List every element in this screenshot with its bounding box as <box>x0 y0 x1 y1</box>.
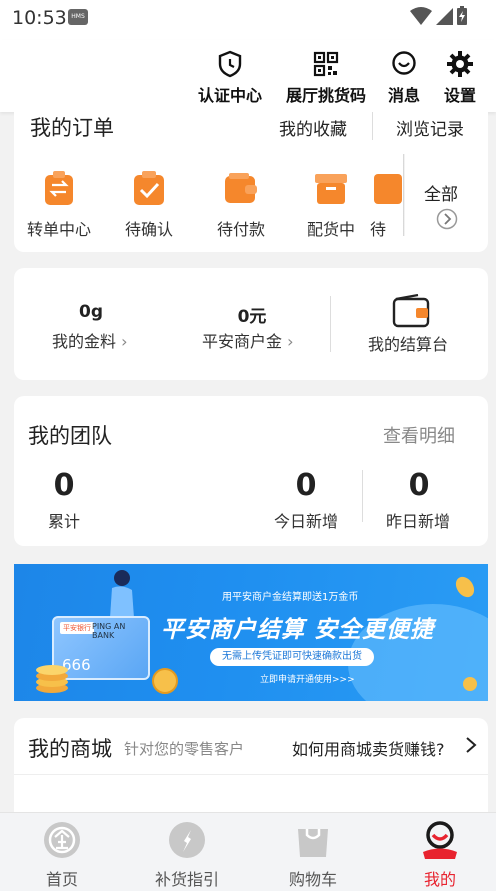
order-item-label: 待付款 <box>216 220 265 239</box>
promo-banner[interactable]: 平安银行 PING AN BANK 666 用平安商户金结算即送1万金币 平安商… <box>14 564 488 701</box>
card-bank-en: PING AN BANK <box>92 622 126 640</box>
order-pending-confirm[interactable]: 待确认 <box>104 170 194 240</box>
scroll-shadow <box>403 154 405 236</box>
order-item-label: 配货中 <box>306 220 355 239</box>
message-smile-icon <box>392 51 416 75</box>
bottom-tab-bar: 首页 补货指引 购物车 我的 <box>0 812 496 891</box>
divider <box>372 112 373 140</box>
wallet-icon <box>225 173 257 203</box>
mall-title: 我的商城 <box>28 737 112 761</box>
battery-icon <box>457 6 467 25</box>
shield-clock-icon <box>218 50 242 78</box>
view-details-link[interactable]: 查看明细 <box>383 422 455 448</box>
merchant-value: 0元 <box>237 307 267 327</box>
showroom-code-label: 展厅挑货码 <box>286 86 367 105</box>
shopping-bag-icon <box>298 829 328 857</box>
checkout-label[interactable]: 我的结算台 <box>368 331 448 355</box>
team-total-label: 累计 <box>48 512 81 531</box>
coin-icon <box>152 668 178 694</box>
clipboard-check-icon <box>134 171 164 205</box>
team-today-label: 今日新增 <box>274 512 339 531</box>
tab-label: 我的 <box>423 870 456 889</box>
chevron-right-icon: › <box>116 332 128 351</box>
banner-main-text: 平安商户结算 安全更便捷 <box>161 617 435 643</box>
box-icon <box>315 174 347 204</box>
history-link[interactable]: 浏览记录 <box>396 115 464 140</box>
settings-button[interactable]: 设置 <box>444 50 476 106</box>
tab-mine[interactable]: 我的 <box>385 813 495 890</box>
wifi-icon <box>410 7 432 25</box>
orders-title: 我的订单 <box>30 116 114 140</box>
team-today-value: 0 <box>295 468 317 503</box>
all-orders-link[interactable]: 全部 <box>424 180 458 205</box>
team-title: 我的团队 <box>28 424 112 448</box>
hms-badge: HMS <box>68 9 88 25</box>
divider <box>330 296 331 352</box>
gear-icon <box>447 51 473 77</box>
transfer-doc-icon <box>45 171 73 205</box>
cell-signal-icon <box>436 8 453 25</box>
gold-label[interactable]: 我的金料 › <box>52 328 128 352</box>
doc-icon <box>374 174 402 204</box>
coin-icon <box>463 677 477 691</box>
chevron-right-circle-icon[interactable] <box>436 208 458 230</box>
qr-code-icon <box>313 51 339 77</box>
messages-label: 消息 <box>388 86 421 105</box>
divider <box>14 774 488 775</box>
tab-cart[interactable]: 购物车 <box>258 813 368 890</box>
tab-restock-guide[interactable]: 补货指引 <box>132 813 242 890</box>
banner-link-text[interactable]: 立即申请开通使用>>> <box>260 672 355 685</box>
status-time: 10:53 <box>12 7 67 29</box>
favorites-link[interactable]: 我的收藏 <box>279 115 347 140</box>
merchant-label[interactable]: 平安商户金 › <box>202 328 294 352</box>
team-card: 我的团队 查看明细 0 累计 0 今日新增 0 昨日新增 <box>14 396 488 546</box>
order-item-label: 转单中心 <box>26 220 91 239</box>
coins-icon <box>36 665 68 693</box>
order-transfer-center[interactable]: 转单中心 <box>14 170 104 240</box>
mall-subtitle: 针对您的零售客户 <box>124 740 245 758</box>
tab-label: 补货指引 <box>154 870 219 889</box>
divider <box>362 470 363 522</box>
team-yesterday-value: 0 <box>408 468 430 503</box>
auth-center-label: 认证中心 <box>198 86 263 105</box>
auth-center-button[interactable]: 认证中心 <box>198 50 262 106</box>
system-icons <box>410 6 468 26</box>
tab-label: 购物车 <box>288 870 337 889</box>
mall-card: 我的商城 针对您的零售客户 如何用商城卖货赚钱? <box>14 718 488 818</box>
profile-icon <box>423 821 457 859</box>
settings-label: 设置 <box>444 86 477 105</box>
team-yesterday-label: 昨日新增 <box>386 512 451 531</box>
order-pending-payment[interactable]: 待付款 <box>196 170 286 240</box>
banner-top-text: 用平安商户金结算即送1万金币 <box>222 592 359 603</box>
messages-button[interactable]: 消息 <box>388 50 420 106</box>
order-item-label: 待 <box>370 220 387 239</box>
tab-label: 首页 <box>45 870 78 889</box>
coin-icon <box>455 576 475 598</box>
status-bar: 10:53 HMS <box>0 0 496 40</box>
order-item-label: 待确认 <box>124 220 173 239</box>
assets-card: 0g 我的金料 › 0元 平安商户金 › 我的结算台 <box>14 268 488 380</box>
compass-icon <box>169 822 205 858</box>
chevron-right-icon[interactable] <box>464 736 478 754</box>
merchant-label-text: 平安商户金 <box>202 332 283 351</box>
showroom-code-button[interactable]: 展厅挑货码 <box>286 50 366 106</box>
card-bank-name: 平安银行 <box>60 622 94 634</box>
gold-value: 0g <box>79 302 103 322</box>
mall-help-link[interactable]: 如何用商城卖货赚钱? <box>292 736 445 760</box>
gold-label-text: 我的金料 <box>52 332 117 351</box>
orders-card: 我的订单 我的收藏 浏览记录 转单中心 待确认 待付款 配货中 待 全部 <box>14 112 488 252</box>
home-gold-icon <box>44 822 80 858</box>
tab-home[interactable]: 首页 <box>7 813 117 890</box>
order-in-distribution[interactable]: 配货中 <box>286 170 376 240</box>
chevron-right-icon: › <box>282 332 294 351</box>
team-total-value: 0 <box>53 468 75 503</box>
banner-pill-text: 无需上传凭证即可快速确款出货 <box>210 648 374 666</box>
top-action-bar: 认证中心 展厅挑货码 消息 设置 <box>0 40 496 112</box>
wallet-outline-icon[interactable] <box>392 294 430 328</box>
